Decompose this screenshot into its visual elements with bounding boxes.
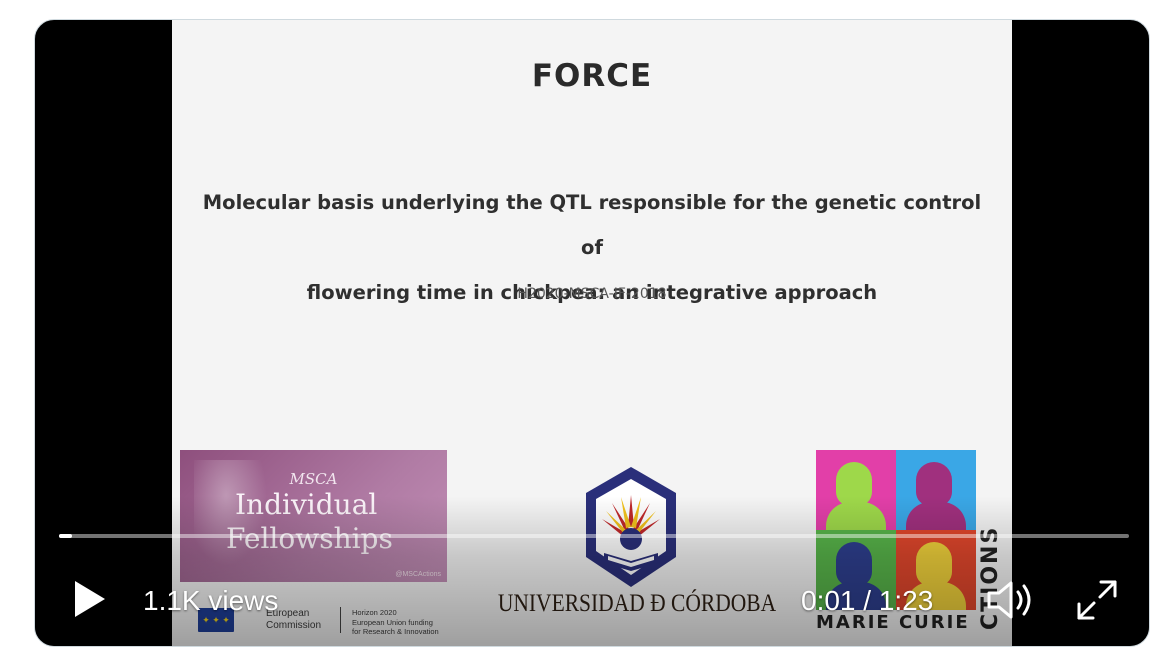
playback-time: 0:01 / 1:23 — [801, 585, 934, 616]
portrait-tile-pink — [816, 450, 896, 530]
msca-fellowships-logo: MSCA Individual Fellowships @MSCActions — [180, 450, 447, 582]
msca-line2: Fellowships — [226, 522, 393, 555]
progress-bar[interactable] — [59, 534, 1129, 538]
progress-fill — [59, 534, 72, 538]
slide-subtitle-line1: Molecular basis underlying the QTL respo… — [202, 191, 982, 259]
university-shield-icon — [586, 467, 676, 587]
msca-handle: @MSCActions — [395, 571, 441, 578]
video-frame-slide: FORCE Molecular basis underlying the QTL… — [172, 20, 1012, 646]
horizon-2020-text: Horizon 2020 European Union funding for … — [352, 608, 439, 636]
expand-icon[interactable] — [1075, 578, 1119, 622]
volume-icon[interactable] — [985, 579, 1037, 621]
view-count: 1.1K views — [143, 585, 279, 616]
slide-title: FORCE — [531, 58, 653, 94]
slide-grant-code: H2020-MSCA-IF-2018 — [517, 286, 667, 302]
play-icon[interactable] — [65, 576, 111, 622]
university-name: UNIVERSIDAD Ð CÓRDOBA — [497, 590, 777, 617]
msca-line1: Individual — [235, 488, 378, 521]
portrait-tile-blue — [896, 450, 976, 530]
msca-label: MSCA — [289, 470, 338, 488]
eu-divider — [340, 607, 341, 633]
video-player[interactable]: FORCE Molecular basis underlying the QTL… — [34, 19, 1150, 647]
